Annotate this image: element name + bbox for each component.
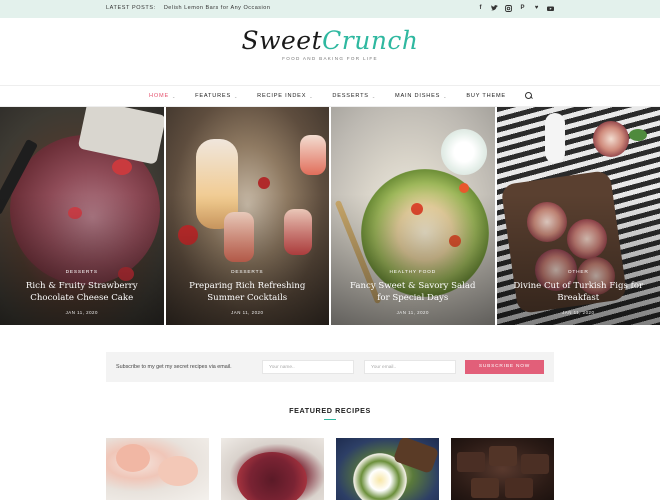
slide-category[interactable]: DESSERTS [0, 270, 164, 275]
slide-title[interactable]: Fancy Sweet & Savory Salad for Special D… [343, 281, 483, 304]
nav-item-main-dishes[interactable]: MAIN DISHES ⌄ [395, 93, 447, 99]
youtube-icon[interactable] [547, 4, 554, 12]
chevron-down-icon: ⌄ [234, 93, 239, 99]
latest-posts: LATEST POSTS: Delish Lemon Bars for Any … [106, 5, 270, 11]
subscribe-bar: Subscribe to my get my secret recipes vi… [106, 352, 554, 382]
nav-item-buy-theme[interactable]: BUY THEME [466, 93, 506, 99]
email-field[interactable]: Your email.. [364, 360, 456, 374]
featured-recipe-card[interactable] [336, 438, 439, 500]
nav-item-label: FEATURES [195, 93, 231, 99]
nav-item-label: MAIN DISHES [395, 93, 441, 99]
logo-wordmark: SweetCrunch [0, 26, 660, 55]
chevron-down-icon: ⌄ [371, 93, 376, 99]
subscribe-text: Subscribe to my get my secret recipes vi… [116, 364, 232, 370]
slide-category[interactable]: OTHER [497, 270, 660, 275]
nav-item-features[interactable]: FEATURES ⌄ [195, 93, 238, 99]
brownie-image [505, 478, 533, 498]
instagram-icon[interactable] [505, 4, 512, 12]
slide-card[interactable]: DESSERTS Preparing Rich Refreshing Summe… [165, 107, 330, 325]
facebook-icon[interactable]: f [477, 4, 484, 12]
chevron-down-icon: ⌄ [172, 93, 177, 99]
subscribe-button[interactable]: SUBSCRIBE NOW [465, 360, 544, 374]
slide-date: JAN 11, 2020 [396, 310, 429, 315]
nav-item-label: BUY THEME [466, 93, 506, 99]
twitter-icon[interactable] [491, 4, 498, 12]
cake-slice-image [116, 444, 150, 472]
slide-title[interactable]: Preparing Rich Refreshing Summer Cocktai… [178, 281, 318, 304]
featured-recipes-heading: FEATURED RECIPES [289, 406, 371, 415]
cake-slice-image [158, 456, 198, 486]
brownie-image [489, 446, 517, 466]
slide-title[interactable]: Divine Cut of Turkish Figs for Breakfast [509, 281, 649, 304]
slide-date: JAN 11, 2020 [65, 310, 98, 315]
slide-card[interactable]: OTHER Divine Cut of Turkish Figs for Bre… [496, 107, 660, 325]
brownie-image [457, 452, 485, 472]
featured-recipes-grid [106, 438, 554, 500]
logo-word-sweet: Sweet [241, 26, 323, 55]
nav-item-label: RECIPE INDEX [257, 93, 307, 99]
slide-date: JAN 11, 2020 [562, 310, 595, 315]
brownie-image [471, 478, 499, 498]
slide-card[interactable]: HEALTHY FOOD Fancy Sweet & Savory Salad … [331, 107, 495, 325]
chevron-down-icon: ⌄ [309, 93, 314, 99]
search-icon[interactable] [524, 92, 533, 100]
main-nav: HOME ⌄ FEATURES ⌄ RECIPE INDEX ⌄ DESSERTS ⌄ … [0, 85, 660, 107]
nav-item-desserts[interactable]: DESSERTS ⌄ [332, 93, 376, 99]
nav-search[interactable] [524, 92, 533, 100]
slide-category[interactable]: DESSERTS [166, 270, 330, 275]
slide-date: JAN 11, 2020 [231, 310, 264, 315]
logo-tagline: FOOD AND BAKING FOR LIFE [282, 56, 378, 61]
nav-item-label: HOME [149, 93, 170, 99]
nav-item-label: DESSERTS [332, 93, 369, 99]
latest-posts-label: LATEST POSTS: [106, 5, 156, 11]
name-field[interactable]: Your name.. [262, 360, 354, 374]
slide-card[interactable]: DESSERTS Rich & Fruity Strawberry Chocol… [0, 107, 164, 325]
site-logo[interactable]: SweetCrunch FOOD AND BAKING FOR LIFE [0, 26, 660, 61]
nav-item-recipe-index[interactable]: RECIPE INDEX ⌄ [257, 93, 313, 99]
featured-slider: DESSERTS Rich & Fruity Strawberry Chocol… [0, 107, 660, 325]
heart-icon[interactable]: ♥ [533, 4, 540, 12]
logo-word-crunch: Crunch [322, 26, 419, 55]
featured-recipe-card[interactable] [106, 438, 209, 500]
cherries-image [237, 452, 307, 500]
latest-post-link[interactable]: Delish Lemon Bars for Any Occasion [164, 5, 271, 11]
slide-category[interactable]: HEALTHY FOOD [331, 270, 495, 275]
chevron-down-icon: ⌄ [443, 93, 448, 99]
pinterest-icon[interactable]: P [519, 4, 526, 12]
top-bar: LATEST POSTS: Delish Lemon Bars for Any … [0, 0, 660, 18]
heading-divider [324, 419, 336, 420]
social-icons: f P ♥ [477, 4, 554, 12]
brownie-image [521, 454, 549, 474]
slide-title[interactable]: Rich & Fruity Strawberry Chocolate Chees… [12, 281, 152, 304]
nav-item-home[interactable]: HOME ⌄ [149, 93, 176, 99]
featured-recipe-card[interactable] [221, 438, 324, 500]
featured-recipe-card[interactable] [451, 438, 554, 500]
